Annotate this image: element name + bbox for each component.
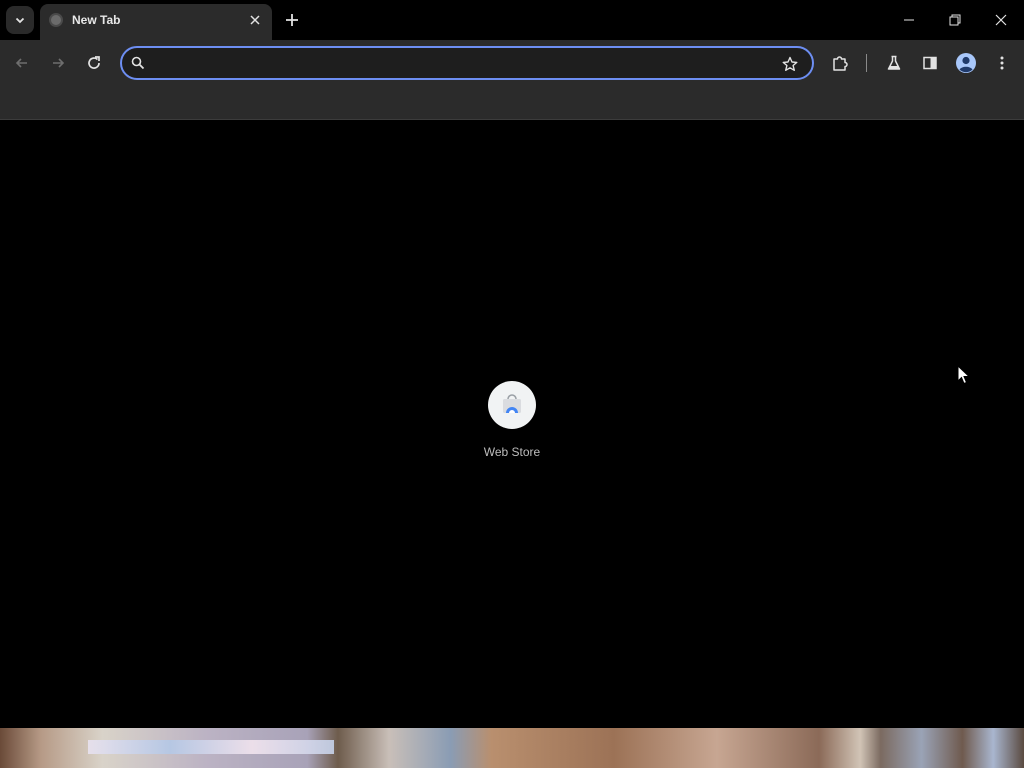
new-tab-page: Web Store [0,121,1024,728]
globe-icon [49,13,63,27]
chevron-down-icon [15,17,25,24]
back-button[interactable] [8,49,36,77]
profile-button[interactable] [952,49,980,77]
menu-button[interactable] [988,49,1016,77]
search-icon [131,56,145,70]
address-input[interactable] [154,54,754,72]
shortcut-label: Web Store [483,445,541,459]
star-icon [782,56,798,71]
tab-new-tab[interactable]: New Tab [40,4,272,40]
forward-button[interactable] [44,49,72,77]
kebab-menu-icon [1000,56,1004,70]
bookmarks-bar [0,86,1024,120]
arrow-left-icon [15,58,27,68]
shortcut-icon-circle [488,381,536,429]
minimize-icon [904,19,914,21]
web-store-icon [503,394,521,413]
close-icon [995,14,1007,26]
minimize-button[interactable] [886,0,932,40]
arrow-right-icon [53,58,65,68]
tab-strip: New Tab [0,0,1024,40]
tab-title: New Tab [72,13,121,27]
restore-icon [949,14,961,26]
extensions-button[interactable] [826,49,854,77]
toolbar [0,40,1024,86]
profile-icon [956,53,976,73]
labs-button[interactable] [880,49,908,77]
toolbar-separator [866,54,867,72]
address-bar[interactable] [120,46,814,80]
reload-button[interactable] [80,49,108,77]
side-panel-button[interactable] [916,49,944,77]
close-window-button[interactable] [978,0,1024,40]
mouse-cursor-icon [957,365,971,385]
new-tab-button[interactable] [280,8,304,32]
restore-button[interactable] [932,0,978,40]
tab-search-button[interactable] [6,6,34,34]
bookmark-button[interactable] [780,54,800,74]
close-icon [250,15,260,25]
puzzle-icon [833,56,848,71]
side-panel-icon [923,56,937,70]
flask-icon [887,55,901,70]
tab-close-button[interactable] [246,11,264,29]
shortcut-web-store[interactable]: Web Store [472,381,552,471]
desktop-wallpaper-strip [0,728,1024,768]
plus-icon [286,14,298,26]
reload-icon [88,56,100,69]
